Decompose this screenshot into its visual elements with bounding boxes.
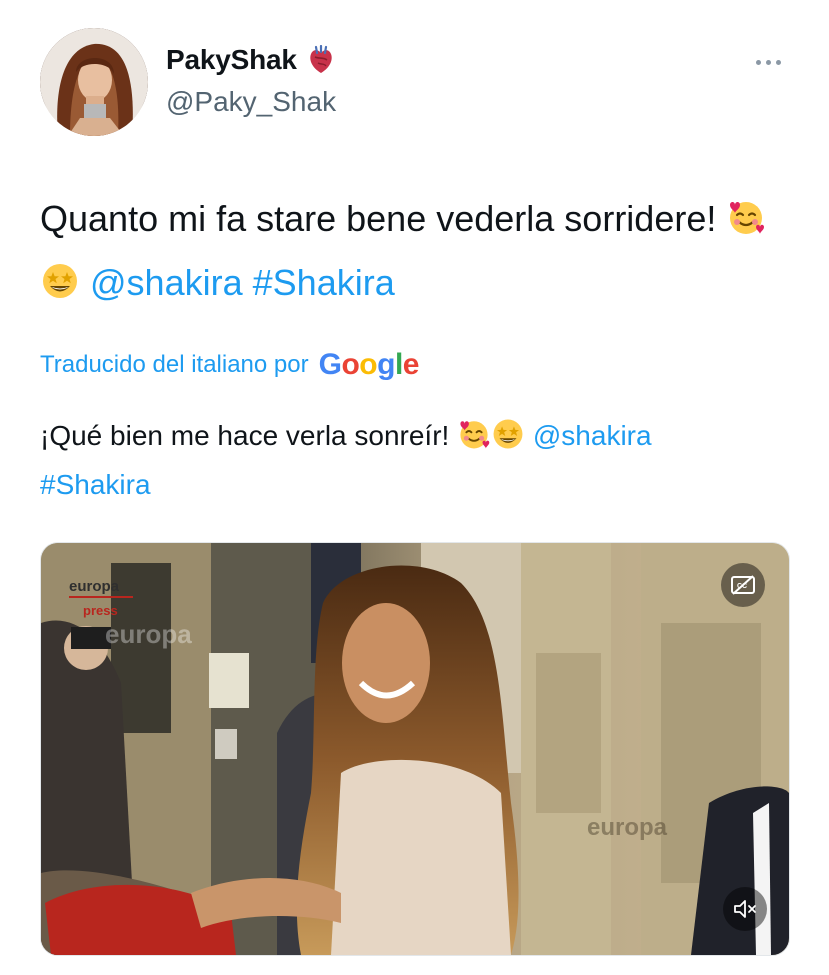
avatar-image — [40, 28, 148, 136]
hashtag-link[interactable]: #Shakira — [40, 469, 151, 500]
tweet-body: Quanto mi fa stare bene vederla sorrider… — [40, 198, 727, 239]
translation-attribution[interactable]: Traducido del italiano por Google — [40, 348, 419, 382]
mute-toggle-button[interactable] — [723, 887, 767, 931]
dot — [755, 59, 761, 65]
smiling-face-with-hearts-emoji — [726, 196, 766, 254]
user-name-row[interactable]: PakyShak — [166, 44, 335, 76]
user-handle[interactable]: @Paky_Shak — [166, 86, 336, 118]
closed-captions-off-icon: CC — [731, 575, 755, 595]
watermark-right: europa — [587, 814, 668, 841]
dot — [765, 59, 771, 65]
speaker-muted-icon — [734, 900, 756, 918]
tweet-text: Quanto mi fa stare bene vederla sorrider… — [40, 190, 800, 318]
star-struck-emoji — [40, 260, 80, 318]
video-frame: europa press europa europa — [41, 543, 789, 955]
smiling-face-with-hearts-emoji — [457, 417, 491, 463]
captions-toggle-button[interactable]: CC — [721, 563, 765, 607]
display-name[interactable]: PakyShak — [166, 44, 297, 76]
dot — [775, 59, 781, 65]
hashtag-link[interactable]: #Shakira — [253, 262, 395, 303]
translation-label: Traducido del italiano por — [40, 351, 309, 378]
star-struck-emoji — [491, 417, 525, 463]
avatar[interactable] — [40, 28, 148, 136]
watermark-europa: europa — [69, 578, 120, 595]
mention-link[interactable]: @shakira — [533, 420, 652, 451]
more-options-button[interactable] — [748, 48, 788, 76]
watermark-press: press — [83, 603, 118, 618]
google-logo: Google — [318, 348, 420, 381]
watermark-center: europa — [105, 619, 192, 649]
translated-body: ¡Qué bien me hace verla sonreír! — [40, 420, 458, 451]
translated-text: ¡Qué bien me hace verla sonreír! @shakir… — [40, 414, 800, 506]
anatomical-heart-icon — [307, 44, 335, 75]
mention-link[interactable]: @shakira — [90, 262, 243, 303]
video-player[interactable]: europa press europa europa CC — [40, 542, 790, 956]
